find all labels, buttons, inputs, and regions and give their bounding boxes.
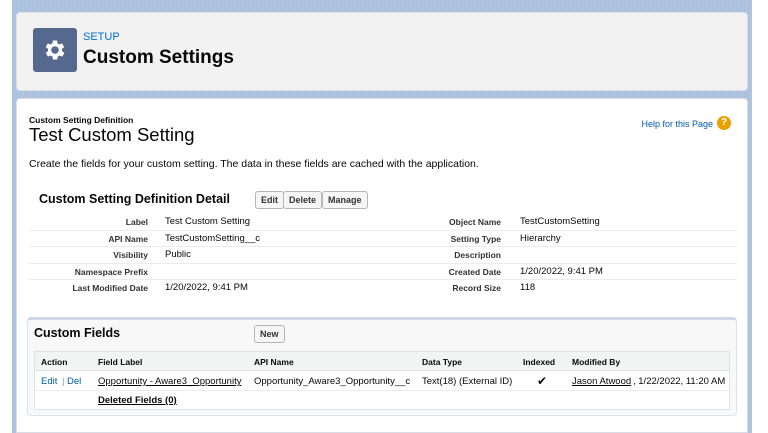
setting-type-label: Setting Type — [450, 233, 501, 244]
setting-type-value: Hierarchy — [520, 232, 561, 244]
manage-button[interactable]: Manage — [322, 191, 368, 209]
last-modified-date-label: Last Modified Date — [72, 283, 148, 293]
page-header-title: Custom Settings — [83, 47, 234, 68]
detail-section-title: Custom Setting Definition Detail — [39, 192, 230, 206]
setup-header: SETUP Custom Settings — [16, 12, 748, 91]
help-icon[interactable]: ? — [717, 116, 731, 130]
detail-table: Label Test Custom Setting Object Name Te… — [29, 214, 737, 297]
column-header-modified-by[interactable]: Modified By — [572, 357, 620, 367]
record-size-label: Record Size — [452, 283, 501, 293]
edit-button[interactable]: Edit — [255, 191, 284, 209]
detail-row: Namespace Prefix Created Date 1/20/2022,… — [29, 264, 737, 280]
delete-button[interactable]: Delete — [283, 191, 323, 209]
help-link[interactable]: Help for this Page — [641, 119, 713, 129]
description-label: Description — [454, 250, 501, 260]
table-header: Action Field Label API Name Data Type In… — [35, 352, 729, 371]
deleted-fields-row: Deleted Fields (0) — [35, 391, 729, 409]
detail-row: API Name TestCustomSetting__c Setting Ty… — [29, 231, 737, 247]
detail-row: Last Modified Date 1/20/2022, 9:41 PM Re… — [29, 280, 737, 297]
field-label-link[interactable]: Opportunity - Aware3_Opportunity — [98, 376, 241, 387]
table-row: Edit | Del Opportunity - Aware3_Opportun… — [35, 371, 729, 391]
api-name-value: TestCustomSetting__c — [165, 232, 261, 244]
modified-by-user-link[interactable]: Jason Atwood — [572, 376, 631, 387]
custom-fields-section: Custom Fields New Action Field Label API… — [27, 317, 737, 416]
object-name-value: TestCustomSetting — [520, 216, 600, 227]
column-header-action: Action — [41, 357, 68, 367]
api-name-cell: Opportunity_Aware3_Opportunity__c — [254, 376, 411, 387]
visibility-value: Public — [165, 249, 191, 260]
label-label: Label — [125, 217, 148, 227]
setup-label: SETUP — [83, 31, 120, 43]
last-modified-date-value: 1/20/2022, 9:41 PM — [165, 282, 248, 293]
created-date-value: 1/20/2022, 9:41 PM — [520, 265, 603, 277]
detail-row: Visibility Public Description — [29, 247, 737, 264]
deleted-fields-link[interactable]: Deleted Fields (0) — [98, 395, 177, 406]
object-name-label: Object Name — [449, 217, 501, 227]
page-description: Create the fields for your custom settin… — [29, 158, 479, 170]
modified-by-date: , 1/22/2022, 11:20 AM — [633, 376, 726, 387]
indexed-check-icon: ✔ — [537, 374, 548, 388]
created-date-label: Created Date — [448, 266, 501, 277]
detail-row: Label Test Custom Setting Object Name Te… — [29, 214, 737, 231]
main-content: Custom Setting Definition Test Custom Se… — [16, 98, 748, 433]
column-header-indexed[interactable]: Indexed — [523, 357, 555, 367]
api-name-label: API Name — [108, 233, 148, 244]
custom-fields-title: Custom Fields — [34, 326, 121, 340]
new-field-button[interactable]: New — [254, 325, 285, 343]
label-value: Test Custom Setting — [165, 216, 251, 227]
page-title: Test Custom Setting — [29, 124, 195, 145]
record-size-value: 118 — [520, 282, 536, 293]
custom-fields-table: Action Field Label API Name Data Type In… — [34, 351, 730, 410]
gear-icon — [33, 28, 77, 72]
namespace-prefix-label: Namespace Prefix — [74, 266, 148, 277]
visibility-label: Visibility — [113, 250, 148, 260]
column-header-data-type[interactable]: Data Type — [422, 357, 462, 367]
delete-field-link[interactable]: Del — [67, 376, 81, 387]
edit-field-link[interactable]: Edit — [41, 376, 57, 387]
data-type-cell: Text(18) (External ID) — [422, 376, 513, 387]
column-header-field-label[interactable]: Field Label — [98, 357, 142, 367]
action-separator: | — [62, 376, 65, 387]
column-header-api-name[interactable]: API Name — [254, 357, 294, 367]
